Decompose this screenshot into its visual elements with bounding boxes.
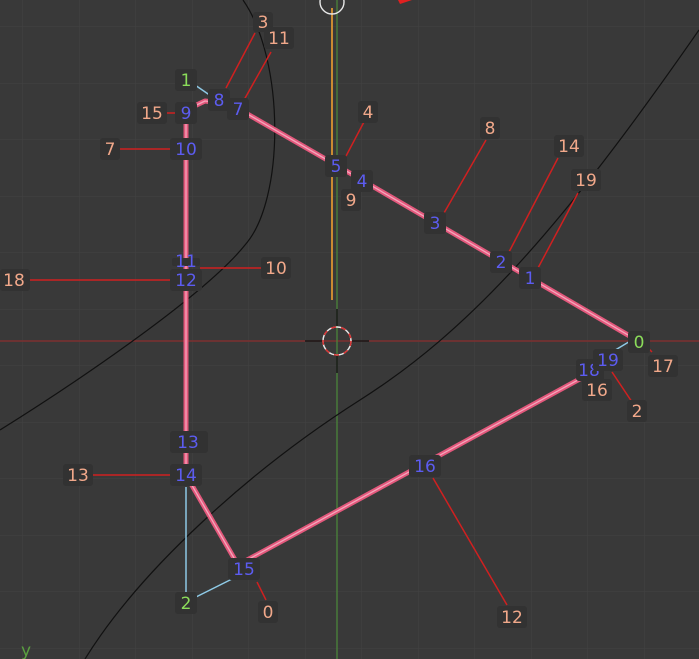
- active-vertex-label: 2: [181, 594, 192, 614]
- axis-label: y: [21, 641, 31, 659]
- active-vertex-label: 1: [181, 71, 192, 91]
- vertex-index-label: 15: [233, 560, 255, 580]
- edge-index-label: 4: [363, 103, 374, 123]
- edge-index-label: 13: [67, 466, 89, 486]
- vertex-index-label: 3: [430, 214, 441, 234]
- vertex-index-label: 4: [357, 172, 368, 192]
- vertex-index-label: 16: [414, 457, 436, 477]
- edge-index-label: 2: [632, 402, 643, 422]
- edge-index-label: 17: [652, 357, 674, 377]
- edge-index-label: 10: [265, 259, 287, 279]
- edge-index-label: 7: [105, 140, 116, 160]
- vertex-index-label: 1: [525, 269, 536, 289]
- vertex-index-label: 13: [177, 433, 199, 453]
- edge-index-label: 15: [141, 104, 163, 124]
- vertex-index-label: 5: [331, 157, 342, 177]
- edge-index-label: 19: [575, 171, 597, 191]
- vertex-index-label: 12: [175, 271, 197, 291]
- vertex-index-label: 9: [181, 104, 192, 124]
- vertex-index-label: 8: [214, 91, 225, 111]
- viewport-grid: [0, 0, 699, 659]
- 3d-viewport[interactable]: 3 11 4 8 14 19 15 7 9 10 18 17 16 2 13 0…: [0, 0, 699, 659]
- active-vertex-label: 0: [634, 333, 645, 353]
- edge-index-label: 8: [485, 119, 496, 139]
- edge-index-label: 0: [263, 603, 274, 623]
- vertex-index-label: 2: [496, 253, 507, 273]
- vertex-index-label: 10: [175, 140, 197, 160]
- vertex-index-label: 7: [233, 100, 244, 120]
- edge-index-label: 18: [3, 271, 25, 291]
- edge-index-label: 12: [501, 608, 523, 628]
- edge-index-label: 16: [586, 381, 608, 401]
- vertex-index-label: 19: [597, 351, 619, 371]
- vertex-index-label: 14: [175, 466, 197, 486]
- edge-index-label: 9: [346, 191, 357, 211]
- edge-index-label: 14: [558, 137, 580, 157]
- edge-index-label: 11: [268, 29, 290, 49]
